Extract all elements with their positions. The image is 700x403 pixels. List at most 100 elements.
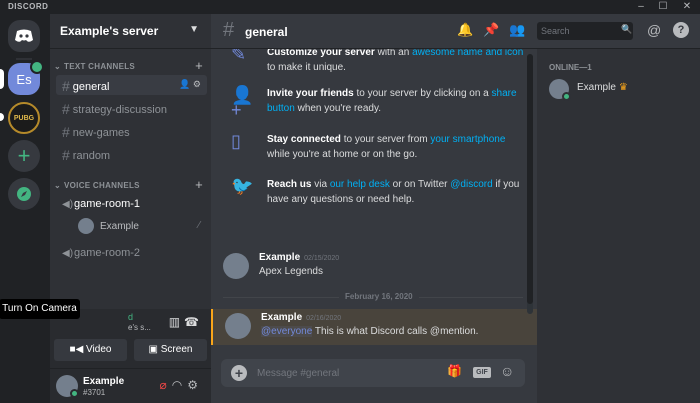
tip-link[interactable]: @discord [450,179,492,190]
discord-logo-icon [15,29,33,42]
gift-icon[interactable]: 🎁 [447,364,462,378]
voice-user-name: Example [100,221,139,232]
message-timestamp: 02/16/2020 [306,315,342,322]
create-channel-icon[interactable]: + [195,177,203,192]
create-channel-icon[interactable]: + [195,58,203,73]
signal-icon[interactable]: ▥ [169,315,184,329]
member-item[interactable]: Example ♛ [547,77,687,101]
tip-reach-us: 🐦 Reach us via our help desk or on Twitt… [231,177,521,207]
channel-strategy-discussion[interactable]: # strategy-discussion [56,98,207,118]
server-name-header[interactable]: Example's server ▼ [50,14,211,49]
tip-link[interactable]: awesome name and icon [412,49,523,58]
server-list-divider [16,58,32,60]
date-divider: February 16, 2020 [223,292,523,301]
server-icon-examples-server[interactable]: Es [8,60,44,95]
search-input[interactable] [537,22,633,40]
pin-icon[interactable]: 📌 [483,22,509,37]
tip-link[interactable]: our help desk [330,179,390,190]
invite-icon[interactable]: 👤 [179,79,190,89]
unread-server-pill [0,113,4,121]
headphones-icon[interactable]: ◠ [172,378,187,392]
voice-connected-server[interactable]: e's s... [128,323,151,332]
tip-stay-connected: ▯ Stay connected to your server from you… [231,132,521,162]
tip-text: or on Twitter [389,179,451,190]
username: Example [83,376,125,387]
camera-icon: ■◀ [69,344,87,355]
chevron-down-icon: ▼ [189,24,199,35]
channel-header: # general 🔔📌👥 🔍 @ ? [211,14,700,49]
mic-muted-icon[interactable]: ⌀ [160,378,172,392]
tip-bold: Reach us [267,179,312,190]
crown-icon: ♛ [618,82,628,93]
screen-icon: ▣ [148,344,161,355]
message-mention[interactable]: Example 02/16/2020 @everyone This is what… [211,309,537,345]
members-icon[interactable]: 👥 [509,22,535,37]
tip-text: to your server from [340,134,431,145]
tip-text: to your server by clicking on a [353,88,492,99]
online-status-icon [70,389,79,398]
gif-button[interactable]: GIF [473,367,491,378]
help-icon[interactable]: ? [673,22,689,38]
hash-icon: # [62,147,70,163]
disconnect-icon[interactable]: ☎ [184,315,203,329]
message-input[interactable] [257,363,437,383]
server-initials: Es [16,71,32,87]
voice-user[interactable]: Example ⁄ [78,218,208,236]
message-composer: + 🎁 GIF ☺ [221,359,525,387]
maximize-button[interactable]: ☐ [652,0,674,14]
close-button[interactable]: ✕ [676,0,698,14]
chat-area: # general 🔔📌👥 🔍 @ ? ✎ Customize your ser… [211,14,700,403]
video-button[interactable]: ■◀ Video [54,339,127,361]
voice-channel-game-room-1[interactable]: ◀)game-room-1 [56,195,207,215]
bell-icon[interactable]: 🔔 [457,22,483,37]
mentions-icon[interactable]: @ [647,22,661,38]
tip-bold: Stay connected [267,134,341,145]
server-icon-pubg[interactable]: PUBG [8,102,40,134]
speaker-icon: ◀) [62,199,74,210]
channel-random[interactable]: # random [56,144,207,164]
screen-share-button[interactable]: ▣ Screen [134,339,207,361]
author-name: Example [261,312,303,323]
tip-text: via [311,179,330,190]
scrollbar-thumb[interactable] [527,54,533,304]
channel-new-games[interactable]: # new-games [56,121,207,141]
explore-servers-button[interactable] [8,178,40,210]
voice-speaker-badge-icon [30,60,44,74]
minimize-button[interactable]: – [630,0,652,14]
voice-channel-game-room-2[interactable]: ◀)game-room-2 [56,244,207,264]
message-author[interactable]: Example 02/16/2020 [261,312,341,323]
tip-text: with an [374,49,413,58]
discord-app: DISCORD – ☐ ✕ Es PUBG + Example's server… [0,0,700,403]
avatar[interactable] [225,313,251,339]
search-icon: 🔍 [621,24,633,34]
user-controls: ⌀◠⚙ [160,378,203,392]
tip-link[interactable]: your smartphone [430,134,505,145]
home-button[interactable] [8,20,40,52]
channel-label: game-room-1 [74,198,141,210]
message-list[interactable]: ✎ Customize your server with an awesome … [211,49,537,349]
tip-bold: Customize your server [267,49,375,58]
add-server-button[interactable]: + [8,140,40,172]
mention-everyone[interactable]: @everyone [261,326,313,337]
gear-icon[interactable]: ⚙ [193,79,201,89]
message-timestamp: 02/15/2020 [304,255,340,262]
video-button-label: Video [86,344,112,355]
upload-plus-icon[interactable]: + [231,365,247,381]
gear-icon[interactable]: ⚙ [187,378,203,392]
emoji-icon[interactable]: ☺ [500,363,514,379]
message-author[interactable]: Example 02/15/2020 [259,252,339,263]
user-panel: Example #3701 ⌀◠⚙ [50,369,211,403]
pubg-logo: PUBG [13,114,35,122]
channel-general[interactable]: # general 👤 ⚙ [56,75,207,95]
message[interactable]: Example 02/15/2020 Apex Legends [211,249,537,285]
server-name: Example's server [60,24,159,38]
user-tag: #3701 [83,388,106,397]
member-name: Example [577,82,616,93]
category-voice-channels[interactable]: ⌄ VOICE CHANNELS + [54,177,209,192]
add-friend-icon: 👤+ [231,85,254,120]
avatar[interactable] [223,253,249,279]
category-text-channels[interactable]: ⌄ TEXT CHANNELS + [54,58,209,73]
message-scrollbar[interactable] [527,54,533,314]
tip-text: while you're at home or on the go. [267,149,418,160]
voice-panel-actions: ▥☎ [169,315,203,329]
